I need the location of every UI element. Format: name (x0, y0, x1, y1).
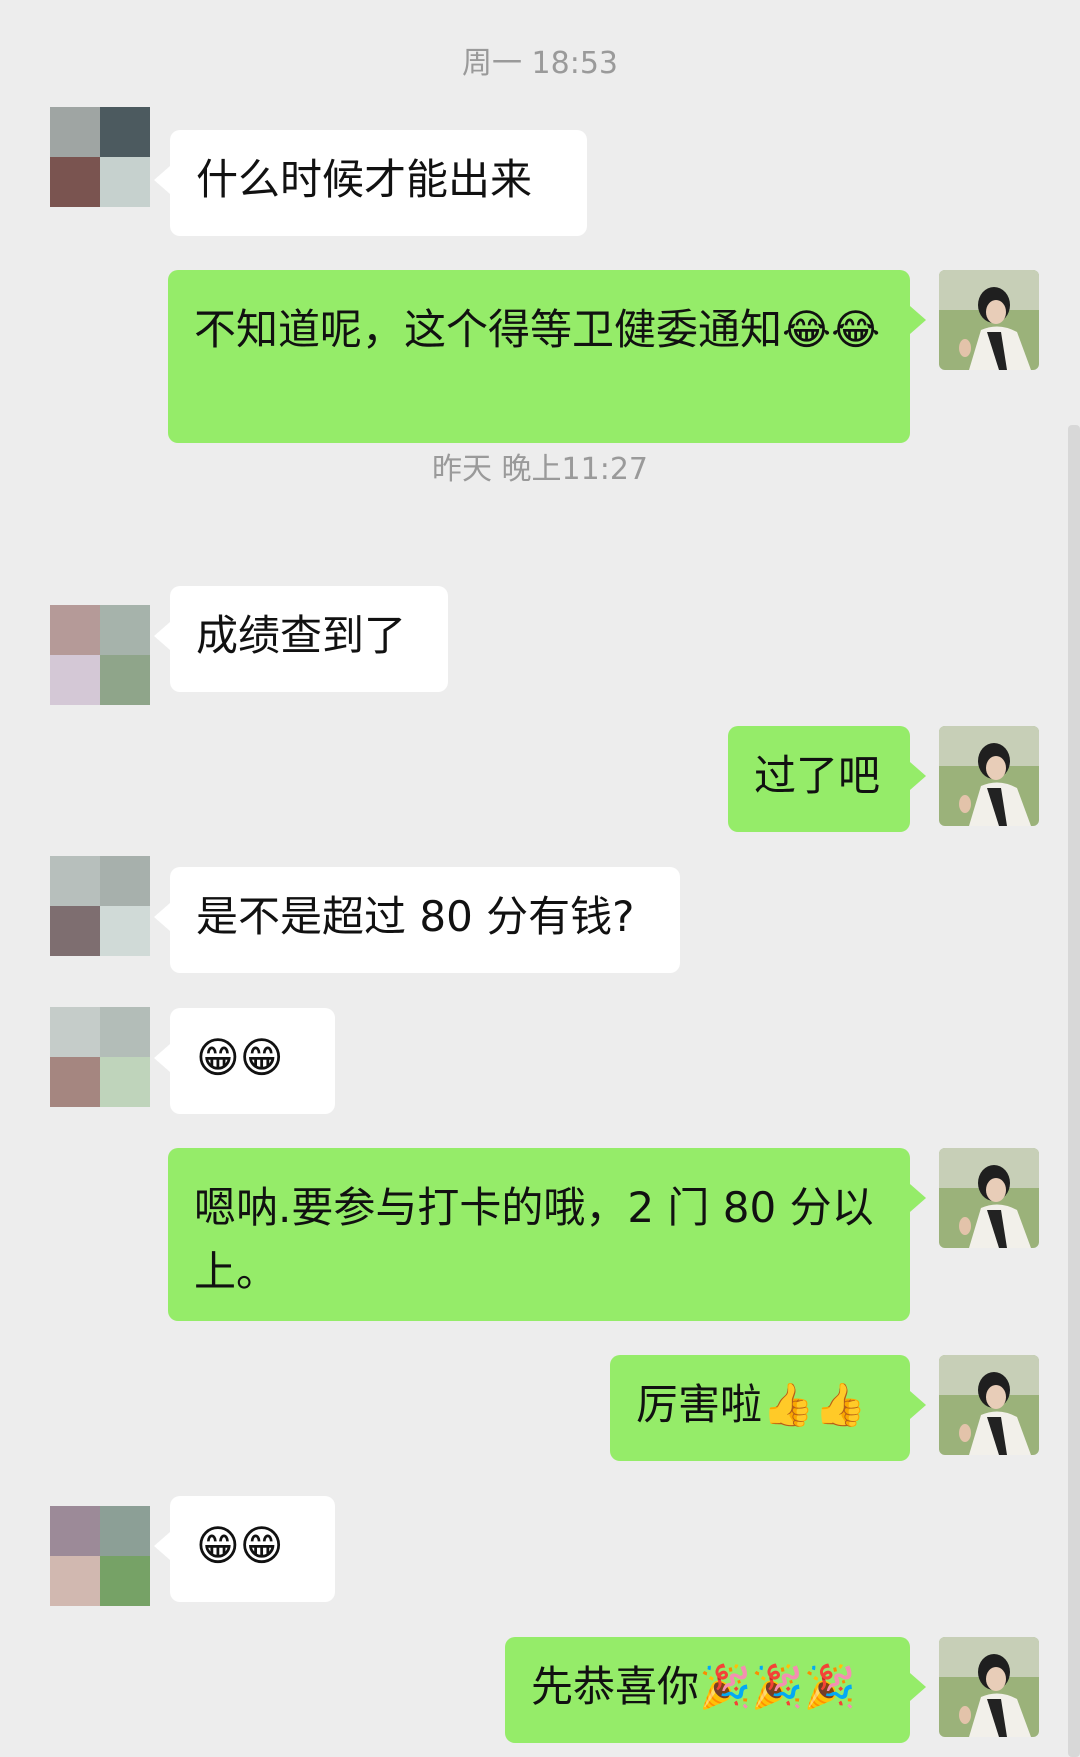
woman-photo-avatar-icon (939, 1148, 1039, 1248)
pixelated-avatar-icon (50, 856, 150, 956)
my-avatar[interactable] (939, 726, 1039, 826)
woman-photo-avatar-icon (939, 270, 1039, 370)
scrollbar[interactable] (1068, 425, 1080, 1757)
woman-photo-avatar-icon (939, 726, 1039, 826)
message-bubble-incoming[interactable]: 😁😁 (154, 1008, 335, 1114)
pixelated-avatar-icon (50, 107, 150, 207)
message-bubble-outgoing[interactable]: 先恭喜你🎉🎉🎉 (505, 1637, 926, 1743)
my-avatar[interactable] (939, 1148, 1039, 1248)
woman-photo-avatar-icon (939, 1355, 1039, 1455)
woman-photo-avatar-icon (939, 1637, 1039, 1737)
contact-avatar[interactable] (50, 1506, 150, 1606)
contact-avatar[interactable] (50, 605, 150, 705)
pixelated-avatar-icon (50, 605, 150, 705)
timestamp-monday: 周一 18:53 (462, 46, 618, 81)
my-avatar[interactable] (939, 1355, 1039, 1455)
contact-avatar[interactable] (50, 856, 150, 956)
message-bubble-incoming[interactable]: 成绩查到了 (154, 586, 448, 692)
message-bubble-outgoing[interactable]: 不知道呢，这个得等卫健委通知😂😂 (168, 270, 926, 443)
pixelated-avatar-icon (50, 1506, 150, 1606)
my-avatar[interactable] (939, 1637, 1039, 1737)
timestamp-yesterday: 昨天 晚上11:27 (432, 452, 648, 487)
pixelated-avatar-icon (50, 1007, 150, 1107)
my-avatar[interactable] (939, 270, 1039, 370)
message-bubble-incoming[interactable]: 😁😁 (154, 1496, 335, 1602)
message-bubble-incoming[interactable]: 什么时候才能出来 (154, 130, 587, 236)
message-bubble-outgoing[interactable]: 厉害啦👍👍 (610, 1355, 926, 1461)
contact-avatar[interactable] (50, 1007, 150, 1107)
contact-avatar[interactable] (50, 107, 150, 207)
message-bubble-outgoing[interactable]: 过了吧 (728, 726, 926, 832)
message-bubble-incoming[interactable]: 是不是超过 80 分有钱? (154, 867, 680, 973)
message-bubble-outgoing[interactable]: 嗯呐.要参与打卡的哦，2 门 80 分以上。 (168, 1148, 926, 1321)
